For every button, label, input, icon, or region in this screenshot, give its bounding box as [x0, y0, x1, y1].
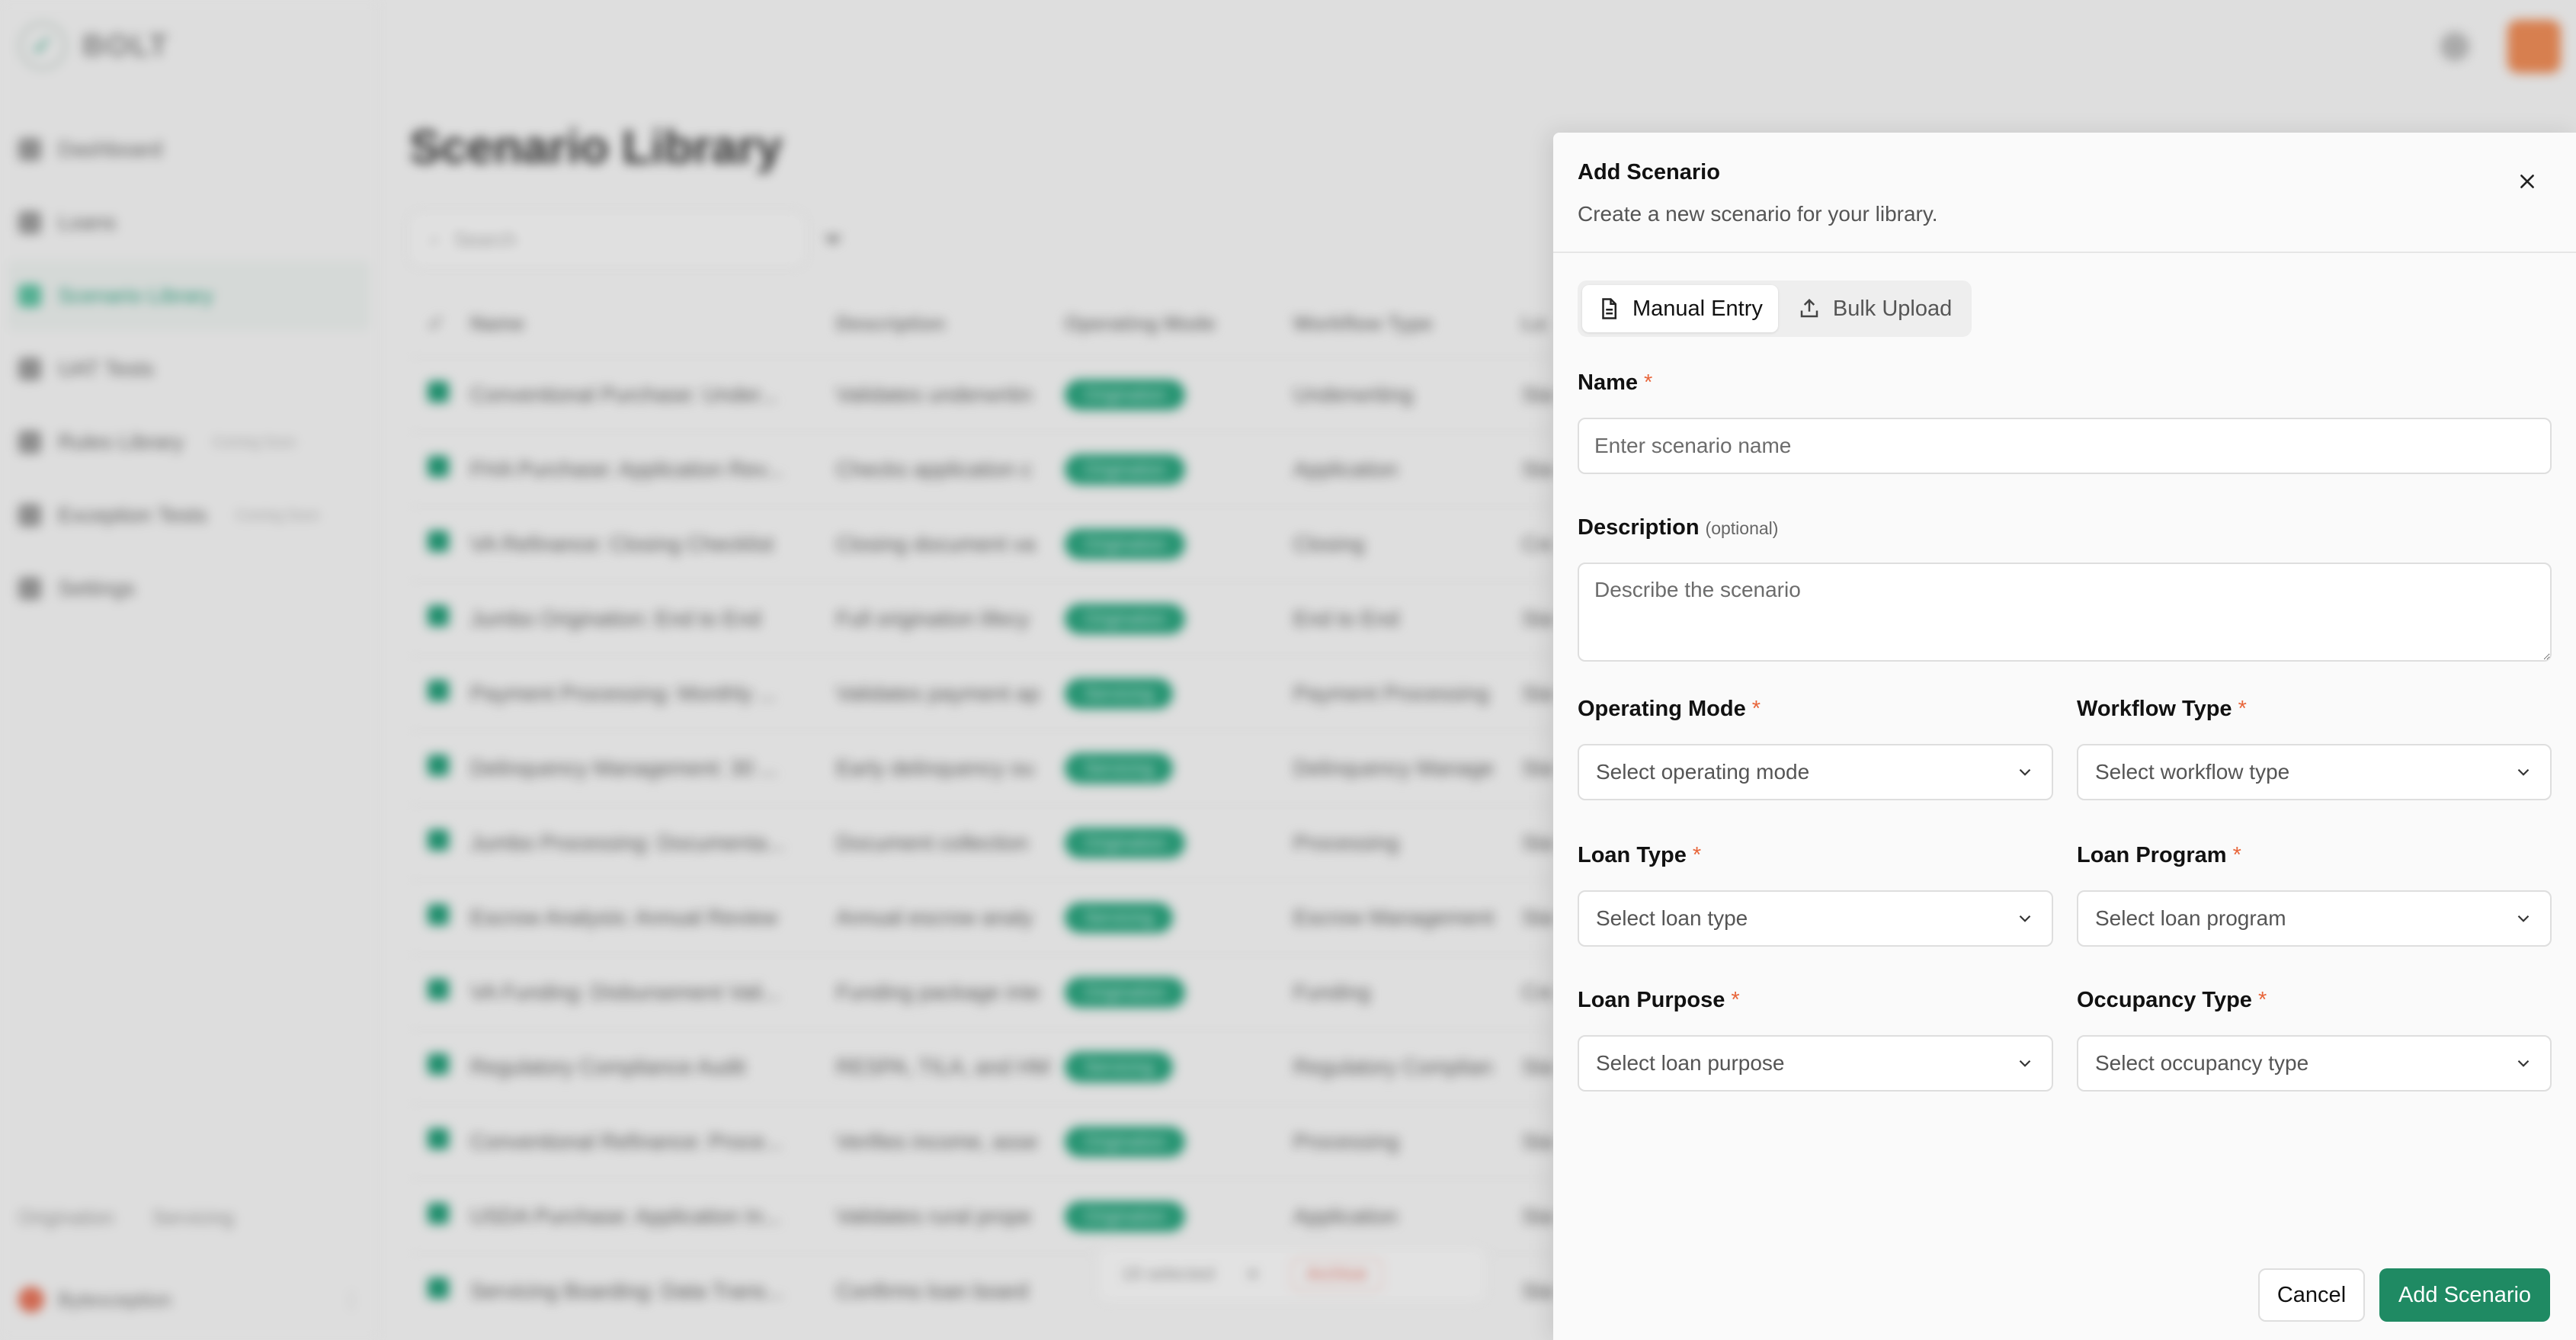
operating-mode-label: Operating Mode * — [1578, 697, 1761, 721]
tab-manual-entry[interactable]: Manual Entry — [1582, 285, 1778, 332]
upload-icon — [1800, 298, 1818, 318]
drawer-title: Add Scenario — [1578, 160, 1720, 184]
loan-program-label: Loan Program * — [2077, 843, 2241, 867]
loan-type-select[interactable]: Select loan type — [1578, 890, 2053, 947]
required-marker: * — [2238, 697, 2247, 721]
required-marker: * — [1692, 843, 1702, 867]
add-scenario-button[interactable]: Add Scenario — [2379, 1268, 2550, 1322]
close-button[interactable] — [2509, 163, 2546, 200]
add-scenario-drawer: Add Scenario Create a new scenario for y… — [1553, 133, 2576, 1340]
chevron-down-icon — [2517, 768, 2530, 776]
loan-purpose-select[interactable]: Select loan purpose — [1578, 1035, 2053, 1092]
tab-bulk-upload[interactable]: Bulk Upload — [1783, 285, 1967, 332]
entry-mode-tabs: Manual Entry Bulk Upload — [1578, 281, 1972, 337]
drawer-header: Add Scenario Create a new scenario for y… — [1553, 133, 2576, 253]
close-icon — [2520, 175, 2534, 188]
tab-label: Manual Entry — [1632, 296, 1763, 321]
required-marker: * — [1751, 697, 1761, 721]
drawer-subtitle: Create a new scenario for your library. — [1578, 202, 1938, 226]
optional-marker: (optional) — [1705, 518, 1779, 538]
required-marker: * — [2232, 843, 2241, 867]
occupancy-type-label: Occupancy Type * — [2077, 988, 2267, 1012]
occupancy-type-select[interactable]: Select occupancy type — [2077, 1035, 2552, 1092]
required-marker: * — [1731, 988, 1740, 1012]
description-field[interactable] — [1578, 563, 2552, 662]
chevron-down-icon — [2019, 768, 2031, 776]
chevron-down-icon — [2517, 915, 2530, 922]
chevron-down-icon — [2019, 915, 2031, 922]
document-icon — [1602, 298, 1616, 319]
loan-program-select[interactable]: Select loan program — [2077, 890, 2552, 947]
description-label: Description (optional) — [1578, 515, 1779, 540]
required-marker: * — [1644, 370, 1653, 395]
chevron-down-icon — [2517, 1059, 2530, 1067]
name-field[interactable] — [1578, 418, 2552, 474]
name-label: Name * — [1578, 370, 1653, 395]
chevron-down-icon — [2019, 1059, 2031, 1067]
workflow-type-select[interactable]: Select workflow type — [2077, 744, 2552, 800]
cancel-button[interactable]: Cancel — [2258, 1268, 2365, 1322]
required-marker: * — [2257, 988, 2267, 1012]
tab-label: Bulk Upload — [1832, 296, 1953, 321]
loan-purpose-label: Loan Purpose * — [1578, 988, 1740, 1012]
operating-mode-select[interactable]: Select operating mode — [1578, 744, 2053, 800]
workflow-type-label: Workflow Type * — [2077, 697, 2247, 721]
loan-type-label: Loan Type * — [1578, 843, 1702, 867]
